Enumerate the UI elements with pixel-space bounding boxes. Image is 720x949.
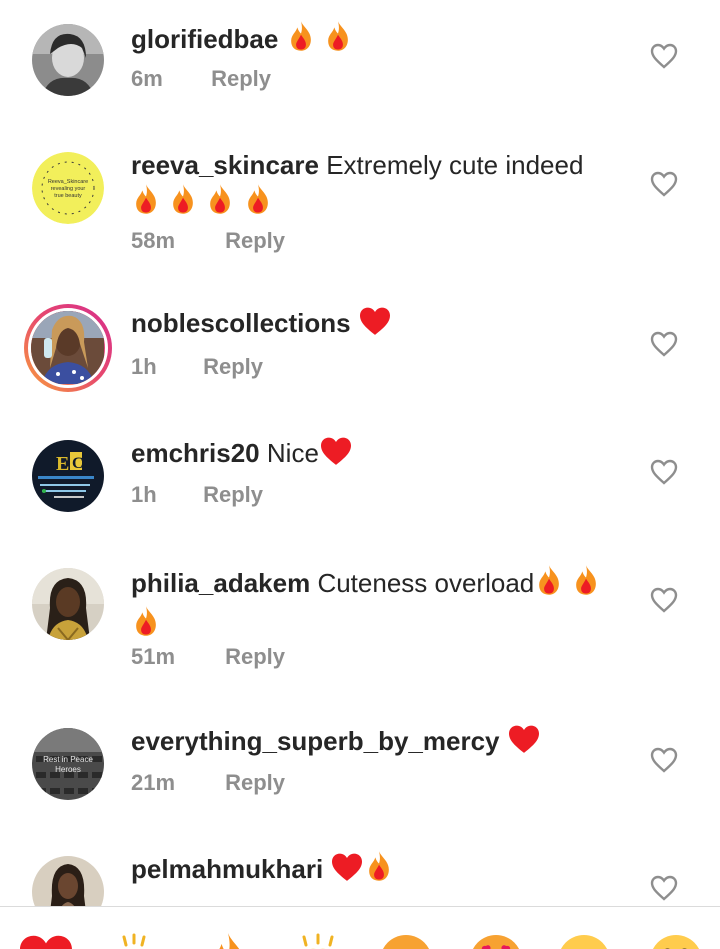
like-heart-icon[interactable] [650, 331, 678, 357]
avatar[interactable] [32, 24, 104, 96]
reply-button[interactable]: Reply [225, 644, 285, 670]
comment-time: 51m [131, 644, 176, 669]
heart-icon [507, 724, 541, 763]
quick-reaction-bar [0, 906, 720, 949]
reply-button[interactable]: Reply [203, 482, 263, 508]
like-heart-icon[interactable] [650, 747, 678, 773]
comment-time: 6m [131, 66, 163, 91]
comment-text: Cuteness overload [317, 568, 535, 598]
comment-username[interactable]: pelmahmukhari [131, 854, 323, 884]
svg-text:true beauty: true beauty [54, 193, 82, 199]
fire-icon [131, 183, 161, 224]
reply-button[interactable]: Reply [211, 66, 271, 92]
clapping-hands-reaction-icon[interactable] [106, 931, 162, 949]
laughing-face-reaction-icon[interactable] [648, 931, 704, 949]
comments-list: glorifiedbae 6m Reply Reeva_Skincare rev… [0, 0, 720, 906]
comment: glorifiedbae 6m Reply [0, 0, 720, 124]
comment: Reeva_Skincare revealing your true beaut… [0, 124, 720, 294]
raising-hands-reaction-icon[interactable] [290, 931, 346, 949]
svg-text:revealing your: revealing your [51, 186, 86, 192]
fire-reaction-icon[interactable] [200, 931, 256, 949]
comment-username[interactable]: reeva_skincare [131, 150, 319, 180]
fire-icon [131, 605, 161, 646]
avatar[interactable]: Reeva_Skincare revealing your true beaut… [32, 152, 104, 224]
like-heart-icon[interactable] [650, 587, 678, 613]
reply-button[interactable]: Reply [225, 770, 285, 796]
comment-text: Extremely cute indeed [326, 150, 584, 180]
fire-icon [168, 183, 198, 224]
crying-face-reaction-icon[interactable] [378, 931, 434, 949]
comment: Rest in Peace Heroes everything_superb_b… [0, 714, 720, 844]
comment-text: Nice [266, 438, 319, 468]
comment-username[interactable]: everything_superb_by_mercy [131, 726, 500, 756]
avatar[interactable]: E C [32, 440, 104, 512]
heart-eyes-face-reaction-icon[interactable] [468, 931, 524, 949]
comment-username[interactable]: philia_adakem [131, 568, 310, 598]
like-heart-icon[interactable] [650, 875, 678, 901]
like-heart-icon[interactable] [650, 43, 678, 69]
reply-button[interactable]: Reply [203, 354, 263, 380]
svg-text:Heroes: Heroes [55, 765, 81, 774]
comment: noblescollections 1h Reply [0, 294, 720, 424]
fire-icon [571, 564, 601, 605]
fire-icon [205, 183, 235, 224]
comment-time: 21m [131, 770, 176, 795]
comment-time: 1h [131, 482, 157, 507]
svg-text:Reeva_Skincare: Reeva_Skincare [48, 179, 88, 185]
svg-text:E: E [56, 453, 69, 475]
svg-text:C: C [72, 455, 84, 472]
heart-icon [319, 436, 353, 475]
comment-username[interactable]: emchris20 [131, 438, 260, 468]
fire-icon [534, 564, 564, 605]
comment-username[interactable]: glorifiedbae [131, 24, 278, 54]
like-heart-icon[interactable] [650, 459, 678, 485]
surprised-face-reaction-icon[interactable] [556, 931, 612, 949]
avatar[interactable] [32, 568, 104, 640]
fire-icon [323, 20, 353, 61]
svg-text:Rest in Peace: Rest in Peace [43, 755, 93, 764]
comment-time: 1h [131, 354, 157, 379]
avatar[interactable] [24, 304, 112, 392]
reply-button[interactable]: Reply [225, 228, 285, 254]
fire-icon [243, 183, 273, 224]
heart-icon [358, 306, 392, 345]
comment: E C emchris20 Nice 1h Reply [0, 424, 720, 554]
heart-icon [330, 852, 364, 891]
avatar[interactable]: Rest in Peace Heroes [32, 728, 104, 800]
fire-icon [286, 20, 316, 61]
heart-reaction-icon[interactable] [18, 931, 74, 949]
comment: pelmahmukhari [0, 844, 720, 906]
comment-username[interactable]: noblescollections [131, 308, 351, 338]
fire-icon [364, 850, 394, 891]
like-heart-icon[interactable] [650, 171, 678, 197]
avatar[interactable] [32, 856, 104, 906]
comment-time: 58m [131, 228, 176, 253]
comment: philia_adakem Cuteness overload 51m Repl… [0, 554, 720, 714]
